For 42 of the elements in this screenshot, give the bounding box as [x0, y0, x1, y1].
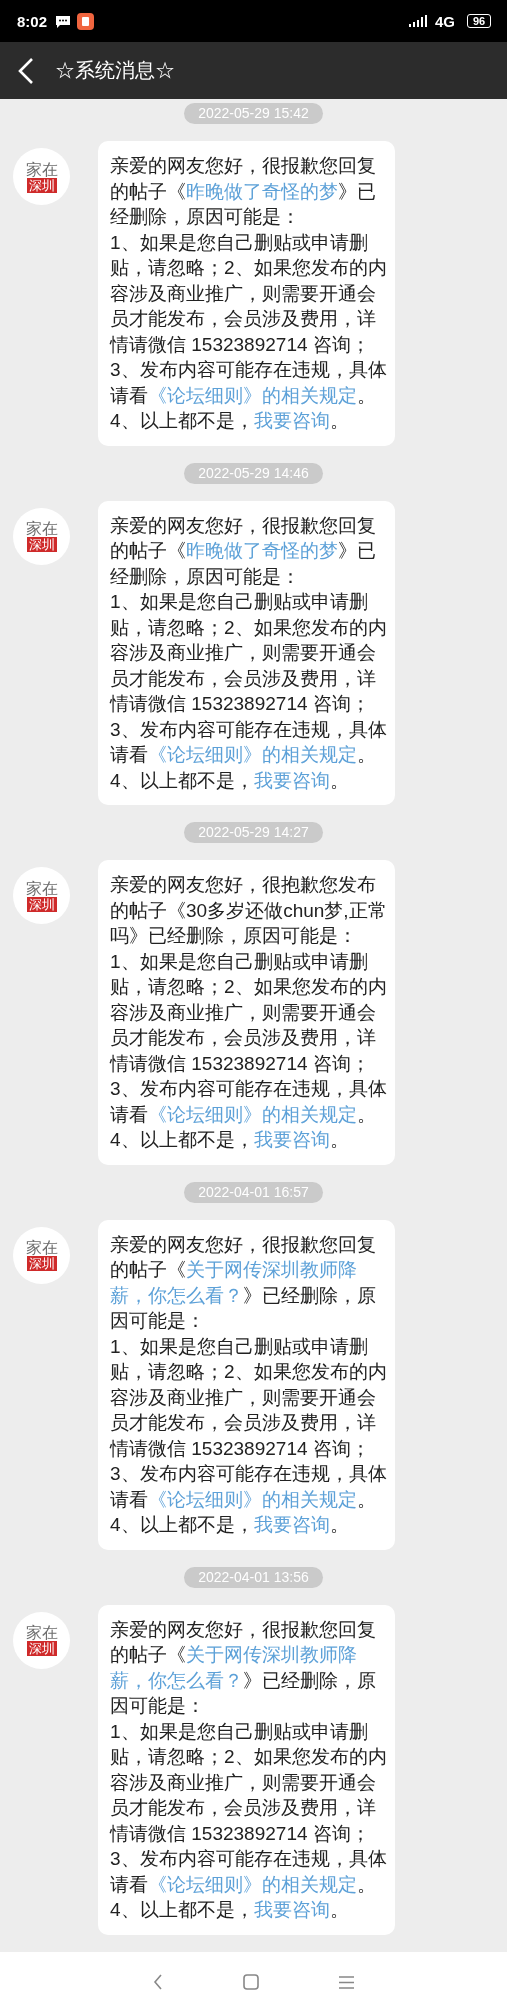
back-icon[interactable]: [153, 1974, 163, 1990]
text-link[interactable]: 我要咨询: [253, 769, 330, 791]
text-link[interactable]: 关于网传深圳教师降: [186, 1259, 357, 1280]
logo-badge: 深圳: [26, 1641, 57, 1656]
text-link[interactable]: 《论坛细则》的相关规定: [148, 1103, 357, 1125]
network-type: 4G: [435, 12, 455, 30]
logo-text: 家在: [25, 520, 58, 537]
text-link[interactable]: 我要咨询: [253, 1514, 330, 1535]
logo-text: 家在: [25, 1239, 58, 1256]
text-link[interactable]: 薪，你怎么看？: [110, 1669, 243, 1691]
text-link[interactable]: 我要咨询: [253, 1899, 330, 1920]
message-text: 亲爱的网友您好，很抱歉您发布的帖子《30多岁还做chun梦,正常吗》已经删除，原因可能是： 1、如果是您自己删贴或申请删贴，请忽略；2、如果您发布的内容涉及商业推广，则需要开通会员才能发布，会员涉及费用，详情请微信 15323892714 咨询； 3、发布内容可能存在违规，具体请看《论坛细则》的相关规定。 4、以上都不是，我要咨询。: [110, 873, 388, 1152]
message-text: 亲爱的网友您好，很报歉您回复的帖子《昨晚做了奇怪的梦》已经删除，原因可能是： 1、如果是您自己删贴或申请删贴，请忽略；2、如果您发布的内容涉及商业推广，则需要开通会员才能发布，会员涉及费用，详情请微信 15323892714 咨询； 3、发布内容可能存在违规，具体请看《论坛细则》的相关规定。 4、以上都不是，我要咨询。: [110, 513, 388, 793]
app-icon: [77, 12, 95, 30]
logo-text: 家在: [25, 160, 58, 178]
message-text: 亲爱的网友您好，很报歉您回复的帖子《关于网传深圳教师降 薪，你怎么看？》已经删除，原因可能是： 1、如果是您自己删贴或申请删贴，请忽略；2、如果您发布的内容涉及商业推广，则需要开通会员才能发布，会员涉及费用，详情请微信 15323892714 咨询； 3、发布内容可能存在违规，具体请看《论坛细则》的相关规定。 4、以上都不是，我要咨询。: [110, 1232, 388, 1537]
message-text: 亲爱的网友您好，很报歉您回复的帖子《昨晚做了奇怪的梦》已经删除，原因可能是： 1、如果是您自己删贴或申请删贴，请忽略；2、如果您发布的内容涉及商业推广，则需要开通会员才能发布，会员涉及费用，详情请微信 15323892714 咨询； 3、发布内容可能存在违规，具体请看《论坛细则》的相关规定。 4、以上都不是，我要咨询。: [110, 154, 388, 433]
logo-badge: 深圳: [26, 537, 57, 552]
text-link[interactable]: 我要咨询: [253, 1129, 330, 1150]
text-link[interactable]: 薪，你怎么看？: [110, 1284, 243, 1306]
menu-icon[interactable]: [339, 1975, 354, 1989]
message-text: 亲爱的网友您好，很报歉您回复的帖子《关于网传深圳教师降 薪，你怎么看？》已经删除，原因可能是： 1、如果是您自己删贴或申请删贴，请忽略；2、如果您发布的内容涉及商业推广，则需要开通会员才能发布，会员涉及费用，详情请微信 15323892714 咨询； 3、发布内容可能存在违规，具体请看《论坛细则》的相关规定。 4、以上都不是，我要咨询。: [110, 1617, 388, 1922]
signal-icon: [409, 15, 427, 27]
logo-badge: 深圳: [26, 1256, 57, 1271]
home-icon[interactable]: [243, 1974, 259, 1990]
logo-badge: 深圳: [26, 177, 57, 193]
logo-text: 家在: [25, 1624, 58, 1641]
clock: 8:02: [17, 12, 48, 30]
text-link[interactable]: 《论坛细则》的相关规定: [148, 744, 357, 765]
text-link[interactable]: 昨晚做了奇怪的梦: [186, 180, 338, 202]
text-link[interactable]: 《论坛细则》的相关规定: [148, 384, 357, 406]
message-icon: [55, 14, 72, 28]
battery-level: 96: [467, 14, 491, 28]
logo-badge: 深圳: [26, 896, 57, 912]
text-link[interactable]: 昨晚做了奇怪的梦: [186, 540, 338, 561]
text-link[interactable]: 《论坛细则》的相关规定: [148, 1873, 357, 1895]
logo-text: 家在: [25, 879, 58, 897]
text-link[interactable]: 《论坛细则》的相关规定: [148, 1488, 357, 1510]
page-title: ☆系统消息☆: [55, 58, 175, 83]
back-button[interactable]: [17, 56, 34, 85]
text-link[interactable]: 关于网传深圳教师降: [186, 1644, 357, 1665]
text-link[interactable]: 我要咨询: [253, 410, 330, 431]
